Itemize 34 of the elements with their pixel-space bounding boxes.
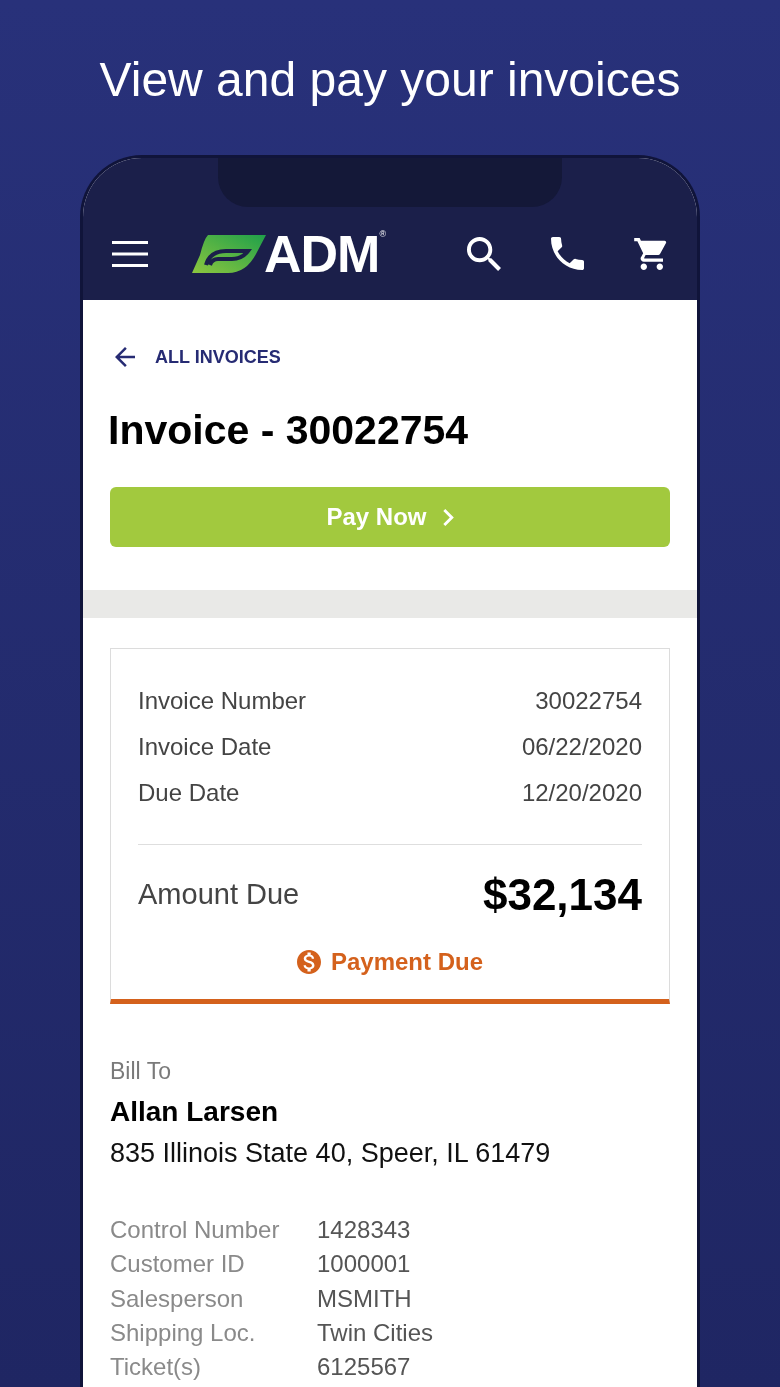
- detail-label: Customer ID: [110, 1249, 246, 1280]
- phone-icon[interactable]: [551, 237, 584, 270]
- detail-label: Ticket(s): [110, 1352, 203, 1383]
- logo-wordmark: ADM: [264, 227, 380, 280]
- detail-value: MSMITH: [317, 1283, 412, 1314]
- detail-value: 6125567: [317, 1352, 411, 1383]
- summary-value: 30022754: [535, 686, 642, 716]
- invoice-title: Invoice - 30022754: [108, 406, 470, 454]
- detail-label: Salesperson: [110, 1283, 245, 1314]
- detail-value: 1428343: [317, 1215, 411, 1246]
- amount-due-value: $32,134: [482, 869, 642, 921]
- headline: View and pay your invoices: [99, 52, 681, 108]
- amount-due-label: Amount Due: [138, 877, 300, 913]
- chevron-right-icon: [442, 508, 454, 526]
- summary-label: Invoice Date: [138, 732, 272, 762]
- registered-mark: ®: [379, 229, 387, 239]
- detail-label: Control Number: [110, 1215, 281, 1246]
- detail-value: 1000001: [317, 1249, 411, 1280]
- payment-status: Payment Due: [330, 947, 484, 977]
- billing-address: 835 Illinois State 40, Speer, IL 61479: [110, 1137, 552, 1170]
- summary-label: Due Date: [138, 778, 240, 808]
- menu-icon[interactable]: [112, 240, 148, 267]
- summary-label: Invoice Number: [138, 686, 307, 716]
- detail-label: Shipping Loc.: [110, 1318, 257, 1349]
- leaf-logo-icon: [192, 234, 266, 273]
- cart-icon[interactable]: [634, 237, 668, 270]
- detail-value: Twin Cities: [317, 1318, 434, 1349]
- bill-to-heading: Bill To: [110, 1057, 172, 1086]
- summary-value: 06/22/2020: [521, 732, 642, 762]
- back-arrow-icon: [115, 347, 135, 367]
- customer-name: Allan Larsen: [110, 1095, 280, 1129]
- summary-value: 12/20/2020: [521, 778, 642, 808]
- all-invoices-link[interactable]: ALL INVOICES: [110, 346, 281, 368]
- search-icon[interactable]: [467, 236, 501, 271]
